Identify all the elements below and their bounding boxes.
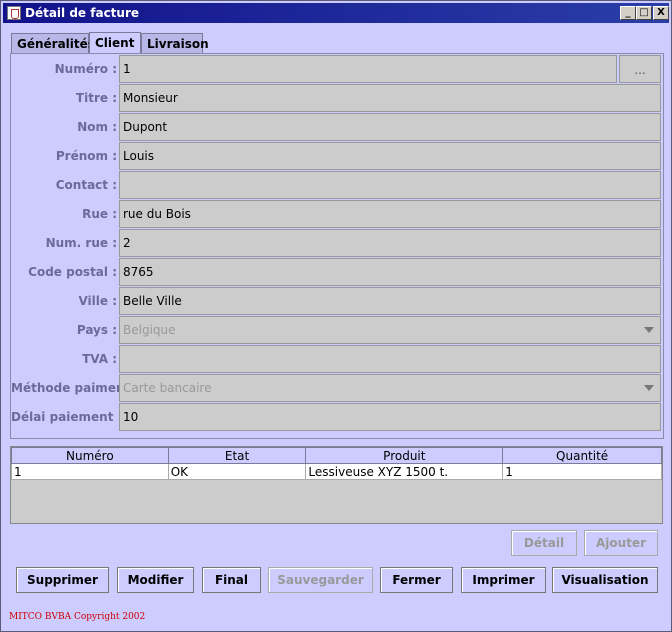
methode-value: Carte bancaire (123, 381, 212, 395)
invoice-detail-window: Détail de facture _ □ X Généralités Clie… (0, 0, 672, 632)
row-numero: Numéro : 1 ... (11, 54, 663, 83)
minimize-button[interactable]: _ (620, 6, 636, 20)
copyright-footer: MITCO BVBA Copyright 2002 (9, 612, 146, 622)
column-header-numero[interactable]: Numéro (11, 447, 169, 464)
sauvegarder-button[interactable]: Sauvegarder (268, 567, 373, 593)
tva-label: TVA : (82, 352, 117, 366)
numero-field[interactable]: 1 (119, 55, 617, 83)
tab-client[interactable]: Client (89, 32, 141, 54)
visualisation-button[interactable]: Visualisation (552, 567, 658, 593)
titre-field[interactable]: Monsieur (119, 84, 661, 112)
row-code-postal: Code postal : 8765 (11, 257, 663, 286)
numero-label: Numéro : (54, 62, 117, 76)
delai-label: Délai paiement : (11, 410, 123, 424)
table-cell[interactable]: 1 (502, 463, 662, 480)
row-delai: Délai paiement : 10 (11, 402, 663, 431)
ville-field[interactable]: Belle Ville (119, 287, 661, 315)
pays-select[interactable]: Belgique (119, 316, 661, 344)
row-pays: Pays : Belgique (11, 315, 663, 344)
ajouter-button[interactable]: Ajouter (584, 530, 658, 556)
row-tva: TVA : (11, 344, 663, 373)
nom-label: Nom : (77, 120, 117, 134)
pays-label: Pays : (76, 323, 117, 337)
rue-field[interactable]: rue du Bois (119, 200, 661, 228)
num-rue-field[interactable]: 2 (119, 229, 661, 257)
fermer-button[interactable]: Fermer (380, 567, 453, 593)
row-num-rue: Num. rue : 2 (11, 228, 663, 257)
row-titre: Titre : Monsieur (11, 83, 663, 112)
contact-field[interactable] (119, 171, 661, 199)
pays-value: Belgique (123, 323, 176, 337)
row-rue: Rue : rue du Bois (11, 199, 663, 228)
prenom-field[interactable]: Louis (119, 142, 661, 170)
prenom-label: Prénom : (55, 149, 117, 163)
close-button[interactable]: X (653, 6, 669, 20)
table-cell[interactable]: OK (167, 463, 307, 480)
chevron-down-icon[interactable] (644, 385, 654, 391)
invoice-lines-table: Numéro Etat Produit Quantité 1 OK Lessiv… (10, 446, 663, 524)
methode-select[interactable]: Carte bancaire (119, 374, 661, 402)
tab-livraison[interactable]: Livraison (141, 33, 209, 53)
delai-field[interactable]: 10 (119, 403, 661, 431)
supprimer-button[interactable]: Supprimer (16, 567, 109, 593)
column-header-quantite[interactable]: Quantité (502, 447, 662, 464)
nom-field[interactable]: Dupont (119, 113, 661, 141)
table-cell[interactable]: 1 (11, 463, 169, 480)
chevron-down-icon[interactable] (644, 327, 654, 333)
row-ville: Ville : Belle Ville (11, 286, 663, 315)
methode-label: Méthode paiment : (11, 381, 140, 395)
code-postal-field[interactable]: 8765 (119, 258, 661, 286)
row-contact: Contact : (11, 170, 663, 199)
imprimer-button[interactable]: Imprimer (461, 567, 546, 593)
row-prenom: Prénom : Louis (11, 141, 663, 170)
table-row[interactable]: 1 OK Lessiveuse XYZ 1500 t. 1 (11, 463, 662, 480)
column-header-etat[interactable]: Etat (167, 447, 307, 464)
detail-button[interactable]: Détail (511, 530, 577, 556)
ville-label: Ville : (78, 294, 117, 308)
title-bar[interactable]: Détail de facture _ □ X (3, 3, 669, 23)
window-title: Détail de facture (25, 6, 140, 20)
row-methode: Méthode paiment : Carte bancaire (11, 373, 663, 402)
modifier-button[interactable]: Modifier (117, 567, 194, 593)
final-button[interactable]: Final (202, 567, 261, 593)
contact-label: Contact : (55, 178, 117, 192)
tva-field[interactable] (119, 345, 661, 373)
rue-label: Rue : (82, 207, 117, 221)
client-panel: Numéro : 1 ... Titre : Monsieur Nom : Du… (10, 53, 664, 439)
table-cell[interactable]: Lessiveuse XYZ 1500 t. (305, 463, 504, 480)
java-app-icon (7, 6, 21, 20)
titre-label: Titre : (75, 91, 117, 105)
code-postal-label: Code postal : (28, 265, 117, 279)
num-rue-label: Num. rue : (45, 236, 117, 250)
row-nom: Nom : Dupont (11, 112, 663, 141)
maximize-button[interactable]: □ (636, 6, 652, 20)
tab-generalites[interactable]: Généralités (11, 33, 95, 53)
column-header-produit[interactable]: Produit (305, 447, 504, 464)
numero-browse-button[interactable]: ... (619, 55, 661, 83)
